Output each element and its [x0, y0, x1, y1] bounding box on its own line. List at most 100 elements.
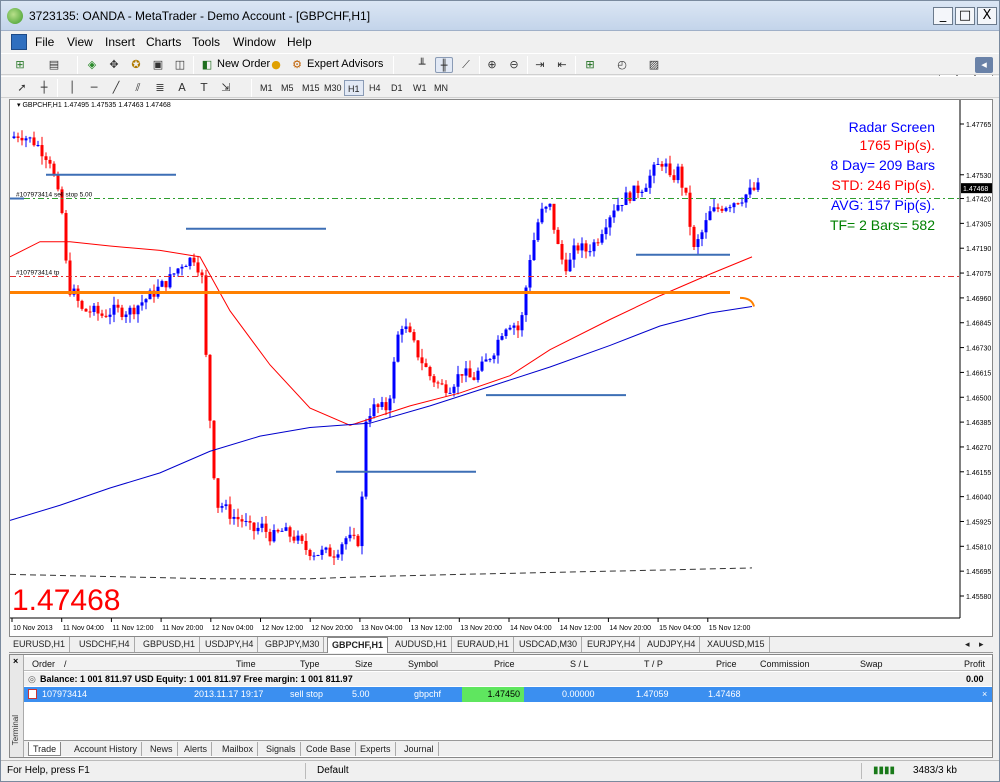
tab-usdchf-h4[interactable]: USDCHF,H4: [75, 637, 135, 652]
bar-chart-icon[interactable]: ╨: [413, 57, 431, 73]
order-price[interactable]: 1.47450: [462, 687, 524, 702]
tab-account-history[interactable]: Account History: [70, 742, 143, 756]
col-swap[interactable]: Swap: [860, 659, 883, 669]
tab-euraud-h1[interactable]: EURAUD,H1: [453, 637, 515, 652]
menu-charts[interactable]: Charts: [146, 35, 181, 49]
horizontal-line-icon[interactable]: ─: [85, 80, 103, 96]
timeframe-h1[interactable]: H1: [344, 80, 364, 96]
zoom-out-icon[interactable]: ⊖: [505, 57, 523, 73]
cursor-icon[interactable]: ➚: [13, 80, 31, 96]
order-sl[interactable]: 0.00000: [562, 689, 595, 699]
tab-gbpchf-h1[interactable]: GBPCHF,H1: [327, 637, 389, 653]
expert-advisors-icon[interactable]: ⚙: [288, 57, 306, 73]
crosshair-icon[interactable]: ┼: [35, 80, 53, 96]
tab-experts[interactable]: Experts: [356, 742, 396, 756]
price-chart[interactable]: 1.47765 1.47530 1.47420 1.47305 1.47190 1.470…: [10, 100, 992, 636]
candlestick-icon[interactable]: ╫: [435, 57, 453, 73]
timeframe-w1[interactable]: W1: [410, 80, 430, 96]
autoscroll-icon[interactable]: ⇥: [531, 57, 549, 73]
menu-window[interactable]: Window: [233, 35, 276, 49]
arrows-icon[interactable]: ⇲: [217, 80, 235, 96]
indicators-icon[interactable]: ⊞: [581, 57, 599, 73]
tab-audjpy-h4[interactable]: AUDJPY,H4: [643, 637, 701, 652]
text-icon[interactable]: A: [173, 80, 191, 96]
new-order-button[interactable]: New Order: [217, 58, 270, 70]
vertical-line-icon[interactable]: │: [63, 80, 81, 96]
tab-usdcad-m30[interactable]: USDCAD,M30: [515, 637, 583, 652]
tab-journal[interactable]: Journal: [400, 742, 439, 756]
col-tp[interactable]: T / P: [644, 659, 663, 669]
tab-xauusd-m15[interactable]: XAUUSD,M15: [703, 637, 770, 652]
order-tp[interactable]: 1.47059: [636, 689, 669, 699]
new-order-icon[interactable]: ◧: [198, 57, 216, 73]
tab-scroll-left-icon[interactable]: ◂: [961, 637, 974, 652]
candle-body: [544, 206, 548, 209]
timeframe-h4[interactable]: H4: [366, 80, 384, 96]
timeframe-d1[interactable]: D1: [388, 80, 406, 96]
chart-area[interactable]: 1.47765 1.47530 1.47420 1.47305 1.47190 1.470…: [9, 99, 993, 637]
tab-gbpusd-h1[interactable]: GBPUSD,H1: [139, 637, 201, 652]
candle-body: [32, 137, 36, 146]
line-chart-icon[interactable]: ⟋: [457, 57, 475, 73]
order-row[interactable]: 107973414 2013.11.17 19:17 sell stop 5.0…: [24, 687, 992, 702]
tab-alerts[interactable]: Alerts: [180, 742, 213, 756]
terminal-icon[interactable]: ▣: [149, 57, 167, 73]
tab-scroll-right-icon[interactable]: ▸: [975, 637, 988, 652]
text-label-icon[interactable]: T: [195, 80, 213, 96]
zoom-in-icon[interactable]: ⊕: [483, 57, 501, 73]
tester-icon[interactable]: ◫: [171, 57, 189, 73]
terminal-close-icon[interactable]: ×: [13, 656, 18, 666]
tab-eurusd-h1[interactable]: EURUSD,H1: [9, 637, 71, 652]
candle-body: [528, 260, 532, 288]
order-delete-icon[interactable]: ×: [982, 689, 987, 699]
col-symbol[interactable]: Symbol: [408, 659, 438, 669]
tab-code-base[interactable]: Code Base: [302, 742, 356, 756]
data-window-icon[interactable]: ✥: [105, 57, 123, 73]
menu-file[interactable]: File: [35, 35, 54, 49]
new-chart-icon[interactable]: ⊞: [11, 57, 29, 73]
templates-icon[interactable]: ▨: [645, 57, 663, 73]
tab-mailbox[interactable]: Mailbox: [218, 742, 259, 756]
timeframe-m30[interactable]: M30: [321, 80, 345, 96]
profiles-icon[interactable]: ▤: [45, 57, 63, 73]
col-time[interactable]: Time: [236, 659, 256, 669]
periods-icon[interactable]: ◴: [613, 57, 631, 73]
timeframe-mn[interactable]: MN: [431, 80, 451, 96]
menu-insert[interactable]: Insert: [105, 35, 135, 49]
expert-advisors-button[interactable]: Expert Advisors: [307, 58, 383, 70]
col-cur-price[interactable]: Price: [716, 659, 737, 669]
fibonacci-icon[interactable]: ≣: [151, 80, 169, 96]
col-price[interactable]: Price: [494, 659, 515, 669]
col-profit[interactable]: Profit: [964, 659, 985, 669]
price-tick-label: 1.46845: [966, 321, 991, 328]
tab-trade[interactable]: Trade: [28, 742, 62, 756]
chart-shift-icon[interactable]: ⇤: [553, 57, 571, 73]
market-watch-icon[interactable]: ◈: [83, 57, 101, 73]
timeframe-m15[interactable]: M15: [299, 80, 323, 96]
tab-news[interactable]: News: [146, 742, 178, 756]
menu-tools[interactable]: Tools: [192, 35, 220, 49]
tab-usdjpy-h4[interactable]: USDJPY,H4: [201, 637, 259, 652]
menu-view[interactable]: View: [67, 35, 93, 49]
col-size[interactable]: Size: [355, 659, 373, 669]
trendline-icon[interactable]: ╱: [107, 80, 125, 96]
timeframe-m1[interactable]: M1: [257, 80, 276, 96]
tab-audusd-h1[interactable]: AUDUSD,H1: [391, 637, 453, 652]
minimize-button[interactable]: _: [933, 7, 953, 25]
menu-help[interactable]: Help: [287, 35, 312, 49]
maximize-button[interactable]: □: [955, 7, 975, 25]
panel-toggle-icon[interactable]: ◂: [975, 57, 993, 73]
col-sl[interactable]: S / L: [570, 659, 589, 669]
close-button[interactable]: X: [977, 7, 997, 25]
tab-signals[interactable]: Signals: [262, 742, 301, 756]
tab-eurjpy-h4[interactable]: EURJPY,H4: [583, 637, 641, 652]
tab-gbpjpy-m30[interactable]: GBPJPY,M30: [261, 637, 325, 652]
channel-icon[interactable]: ⫽: [129, 80, 147, 96]
col-type[interactable]: Type: [300, 659, 320, 669]
balance-row[interactable]: ◎ Balance: 1 001 811.97 USD Equity: 1 00…: [24, 672, 992, 686]
col-commission[interactable]: Commission: [760, 659, 810, 669]
col-order[interactable]: Order: [32, 659, 55, 669]
metaeditor-icon[interactable]: ●: [267, 57, 285, 73]
timeframe-m5[interactable]: M5: [278, 80, 297, 96]
navigator-icon[interactable]: ✪: [127, 57, 145, 73]
